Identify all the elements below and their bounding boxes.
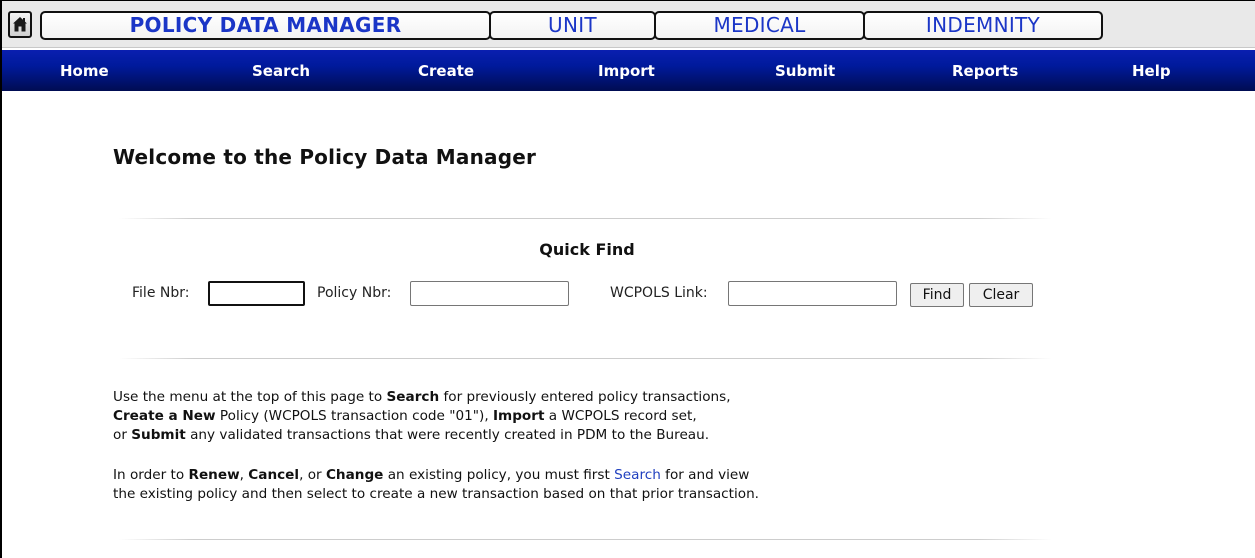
text-segment: for and view — [660, 467, 750, 483]
wcpols-link-input[interactable] — [728, 281, 897, 306]
menu-search[interactable]: Search — [252, 62, 310, 80]
search-link[interactable]: Search — [614, 467, 661, 483]
text-segment: , — [239, 467, 249, 483]
instruction-line: the existing policy and then select to c… — [113, 486, 760, 502]
text-segment: a WCPOLS record set, — [544, 408, 697, 424]
instruction-line: Use the menu at the top of this page to … — [113, 388, 731, 407]
instructions-paragraph-2: In order to Renew, Cancel, or Change an … — [113, 466, 759, 504]
page-title: Welcome to the Policy Data Manager — [113, 145, 537, 169]
text-segment: Use the menu at the top of this page to — [113, 389, 387, 405]
file-nbr-input[interactable] — [208, 281, 305, 306]
quick-find-title: Quick Find — [539, 240, 635, 259]
wcpols-link-label: WCPOLS Link: — [610, 285, 708, 301]
home-icon — [13, 17, 27, 32]
policy-nbr-input[interactable] — [410, 281, 569, 306]
page: POLICY DATA MANAGER UNIT MEDICAL INDEMNI… — [0, 0, 1255, 558]
divider — [119, 218, 1052, 219]
instruction-line: Create a New Policy (WCPOLS transaction … — [113, 407, 731, 426]
text-segment: In order to — [113, 467, 189, 483]
keyword-change: Change — [325, 467, 384, 483]
text-segment: any validated transactions that were rec… — [185, 427, 710, 443]
keyword-import: Import — [492, 408, 545, 424]
main-menu-bar: Home Search Create Import Submit Reports… — [2, 50, 1255, 91]
text-segment: for previously entered policy transactio… — [439, 389, 731, 405]
divider — [119, 539, 1052, 540]
menu-home[interactable]: Home — [60, 62, 109, 80]
instructions-paragraph-1: Use the menu at the top of this page to … — [113, 388, 731, 445]
tab-indemnity[interactable]: INDEMNITY — [863, 11, 1103, 40]
home-button[interactable] — [8, 11, 32, 38]
menu-import[interactable]: Import — [598, 62, 655, 80]
file-nbr-label: File Nbr: — [132, 285, 190, 301]
find-button[interactable]: Find — [910, 283, 964, 307]
clear-button[interactable]: Clear — [969, 283, 1033, 307]
menu-create[interactable]: Create — [418, 62, 474, 80]
instruction-line: or Submit any validated transactions tha… — [113, 426, 731, 445]
text-segment: , or — [299, 467, 326, 483]
keyword-search: Search — [386, 389, 440, 405]
text-segment: or — [113, 427, 132, 443]
tab-unit[interactable]: UNIT — [489, 11, 656, 40]
keyword-cancel: Cancel — [248, 467, 300, 483]
tab-medical[interactable]: MEDICAL — [654, 11, 865, 40]
menu-reports[interactable]: Reports — [952, 62, 1018, 80]
text-segment: an existing policy, you must first — [383, 467, 615, 483]
keyword-create-new: Create a New — [113, 408, 216, 424]
tab-policy-data-manager[interactable]: POLICY DATA MANAGER — [40, 11, 491, 40]
keyword-renew: Renew — [188, 467, 240, 483]
menu-submit[interactable]: Submit — [775, 62, 835, 80]
text-segment: Policy (WCPOLS transaction code "01"), — [215, 408, 493, 424]
instruction-line: In order to Renew, Cancel, or Change an … — [113, 466, 759, 485]
keyword-submit: Submit — [131, 427, 186, 443]
divider — [119, 358, 1052, 359]
menu-help[interactable]: Help — [1132, 62, 1171, 80]
policy-nbr-label: Policy Nbr: — [317, 285, 392, 301]
app-tab-bar: POLICY DATA MANAGER UNIT MEDICAL INDEMNI… — [2, 1, 1255, 48]
